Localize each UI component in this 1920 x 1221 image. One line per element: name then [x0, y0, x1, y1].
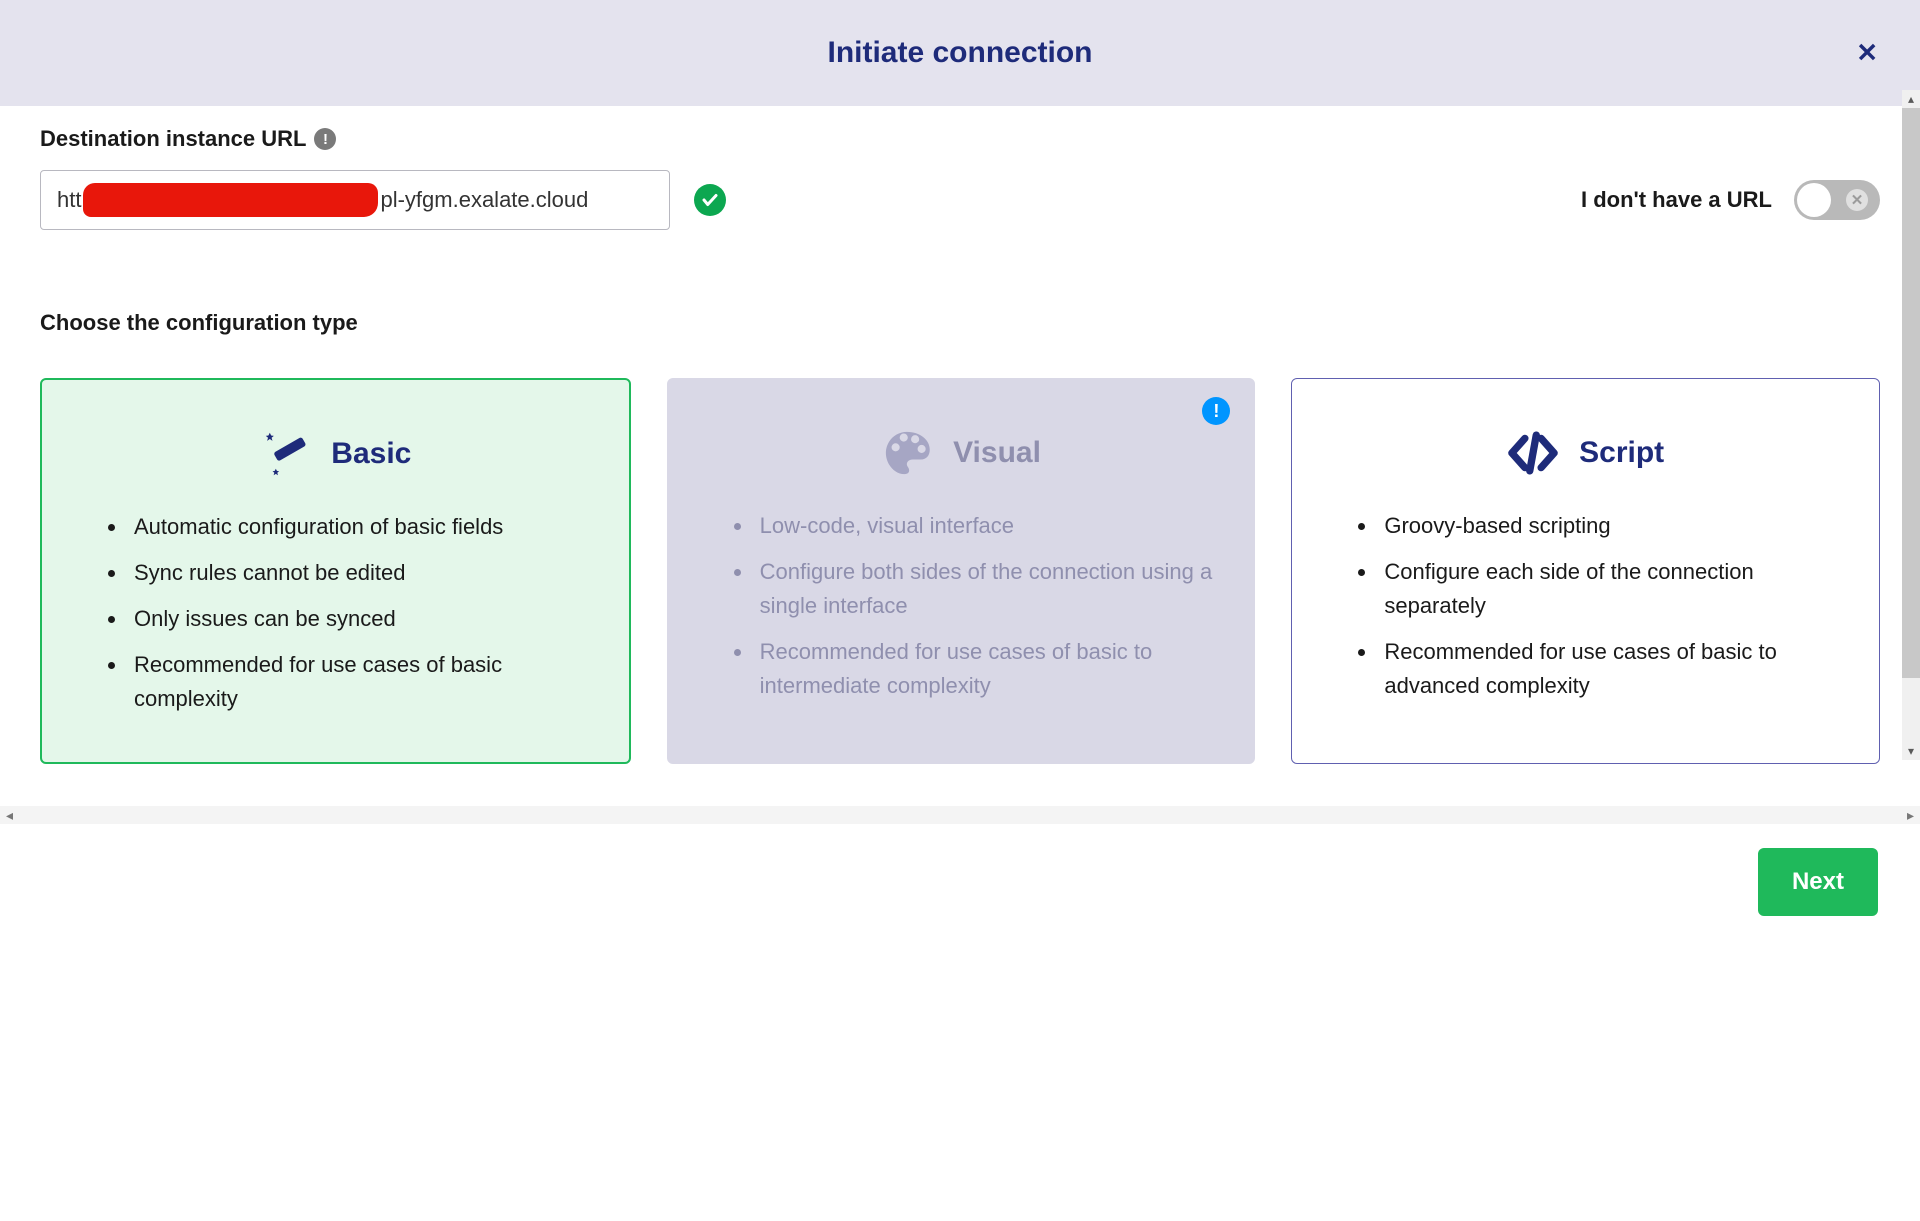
- content-scroll-area: Destination instance URL ! htt pl-yfgm.e…: [0, 106, 1920, 800]
- choose-config-label: Choose the configuration type: [40, 310, 1880, 336]
- toggle-knob: [1797, 183, 1831, 217]
- close-button[interactable]: ✕: [1856, 38, 1878, 69]
- scroll-right-arrow-icon[interactable]: ▸: [1907, 807, 1914, 824]
- dialog-header: Initiate connection ✕: [0, 0, 1920, 106]
- config-card-basic[interactable]: Basic Automatic configuration of basic f…: [40, 378, 631, 764]
- info-badge-icon[interactable]: !: [1202, 397, 1230, 425]
- redacted-text: [83, 183, 378, 217]
- list-item: Configure both sides of the connection u…: [754, 555, 1221, 623]
- list-item: Configure each side of the connection se…: [1378, 555, 1845, 623]
- close-icon: ✕: [1856, 38, 1878, 68]
- list-item: Low-code, visual interface: [754, 509, 1221, 543]
- list-item: Only issues can be synced: [128, 602, 595, 636]
- card-title: Visual: [953, 436, 1041, 470]
- scroll-up-arrow-icon[interactable]: ▴: [1902, 90, 1920, 108]
- list-item: Groovy-based scripting: [1378, 509, 1845, 543]
- toggle-off-x-icon: ✕: [1846, 189, 1868, 211]
- card-header: Visual: [702, 427, 1221, 479]
- scroll-left-arrow-icon[interactable]: ◂: [6, 807, 13, 824]
- card-feature-list: Groovy-based scripting Configure each si…: [1326, 509, 1845, 703]
- scrollbar-thumb[interactable]: [1902, 108, 1920, 678]
- card-header: Basic: [76, 428, 595, 480]
- no-url-group: I don't have a URL ✕: [1581, 180, 1880, 220]
- config-cards-row: Basic Automatic configuration of basic f…: [40, 378, 1880, 770]
- next-button[interactable]: Next: [1758, 848, 1878, 916]
- no-url-toggle[interactable]: ✕: [1794, 180, 1880, 220]
- config-card-script[interactable]: Script Groovy-based scripting Configure …: [1291, 378, 1880, 764]
- card-title: Script: [1579, 436, 1664, 470]
- magic-wand-icon: [259, 428, 311, 480]
- list-item: Sync rules cannot be edited: [128, 556, 595, 590]
- palette-icon: [881, 427, 933, 479]
- destination-url-input[interactable]: htt pl-yfgm.exalate.cloud: [40, 170, 670, 230]
- code-icon: [1507, 427, 1559, 479]
- list-item: Automatic configuration of basic fields: [128, 510, 595, 544]
- dialog-title: Initiate connection: [827, 36, 1092, 70]
- card-header: Script: [1326, 427, 1845, 479]
- url-input-group: htt pl-yfgm.exalate.cloud: [40, 170, 726, 230]
- list-item: Recommended for use cases of basic compl…: [128, 648, 595, 716]
- horizontal-scrollbar[interactable]: ◂ ▸: [0, 806, 1920, 824]
- vertical-scrollbar[interactable]: ▴ ▾: [1902, 90, 1920, 760]
- url-row: htt pl-yfgm.exalate.cloud I don't have a…: [40, 170, 1880, 230]
- list-item: Recommended for use cases of basic to in…: [754, 635, 1221, 703]
- config-card-visual: ! Visual Low-code, visual interface Conf…: [667, 378, 1256, 764]
- card-title: Basic: [331, 437, 411, 471]
- list-item: Recommended for use cases of basic to ad…: [1378, 635, 1845, 703]
- url-valid-check-icon: [694, 184, 726, 216]
- card-feature-list: Low-code, visual interface Configure bot…: [702, 509, 1221, 703]
- no-url-label: I don't have a URL: [1581, 187, 1772, 213]
- scroll-down-arrow-icon[interactable]: ▾: [1902, 742, 1920, 760]
- destination-url-label: Destination instance URL !: [40, 126, 1880, 152]
- help-icon[interactable]: !: [314, 128, 336, 150]
- dialog-footer: Next: [0, 824, 1920, 940]
- card-feature-list: Automatic configuration of basic fields …: [76, 510, 595, 716]
